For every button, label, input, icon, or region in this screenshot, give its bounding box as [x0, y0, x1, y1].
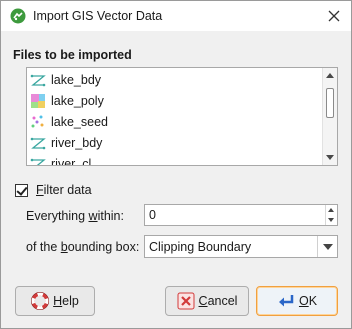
within-spinbox[interactable]: 0: [144, 204, 338, 226]
spin-up-icon[interactable]: [328, 208, 334, 212]
help-button-label: Help: [53, 294, 79, 308]
spin-down-icon[interactable]: [328, 218, 334, 222]
polygon-icon: [30, 93, 46, 109]
ok-button-label: OK: [298, 294, 318, 308]
polyline-icon: [30, 72, 46, 88]
points-icon: [30, 114, 46, 130]
scroll-up-icon[interactable]: [326, 73, 334, 78]
files-scrollbar[interactable]: [322, 68, 337, 165]
filter-data-label[interactable]: Filter data: [36, 183, 92, 197]
files-list[interactable]: lake_bdy lake_poly lake_seed river_bdy r…: [26, 67, 338, 166]
help-button[interactable]: Help: [15, 286, 95, 316]
chevron-down-icon[interactable]: [317, 236, 337, 257]
spin-buttons[interactable]: [325, 205, 337, 225]
list-item[interactable]: lake_poly: [29, 91, 319, 111]
list-item[interactable]: lake_seed: [29, 112, 319, 132]
scroll-down-icon[interactable]: [326, 155, 334, 160]
scrollbar-thumb[interactable]: [326, 88, 334, 118]
files-section-label: Files to be imported: [13, 48, 132, 62]
title-bar[interactable]: Import GIS Vector Data: [1, 1, 351, 31]
filter-data-checkbox[interactable]: [15, 183, 28, 197]
window-title: Import GIS Vector Data: [33, 9, 163, 23]
list-item[interactable]: river_cl: [29, 154, 319, 165]
polyline-icon: [30, 156, 46, 165]
bounding-box-label: of the bounding box:: [26, 240, 140, 254]
leapfrog-app-icon: [10, 8, 26, 24]
close-icon[interactable]: [325, 7, 343, 25]
bounding-box-value: Clipping Boundary: [149, 240, 252, 254]
cancel-icon: [177, 292, 195, 310]
within-label: Everything within:: [26, 209, 124, 223]
list-item[interactable]: lake_bdy: [29, 70, 319, 90]
within-value[interactable]: 0: [149, 208, 156, 222]
polyline-icon: [30, 135, 46, 151]
list-item[interactable]: river_bdy: [29, 133, 319, 153]
enter-arrow-icon: [277, 292, 295, 310]
filter-data-option[interactable]: Filter data: [15, 183, 92, 197]
cancel-button-label: Cancel: [198, 294, 238, 308]
import-gis-dialog: Import GIS Vector Data Files to be impor…: [0, 0, 352, 329]
ok-button[interactable]: OK: [256, 286, 338, 316]
cancel-button[interactable]: Cancel: [165, 286, 249, 316]
bounding-box-select[interactable]: Clipping Boundary: [144, 235, 338, 258]
lifebuoy-icon: [31, 292, 50, 310]
